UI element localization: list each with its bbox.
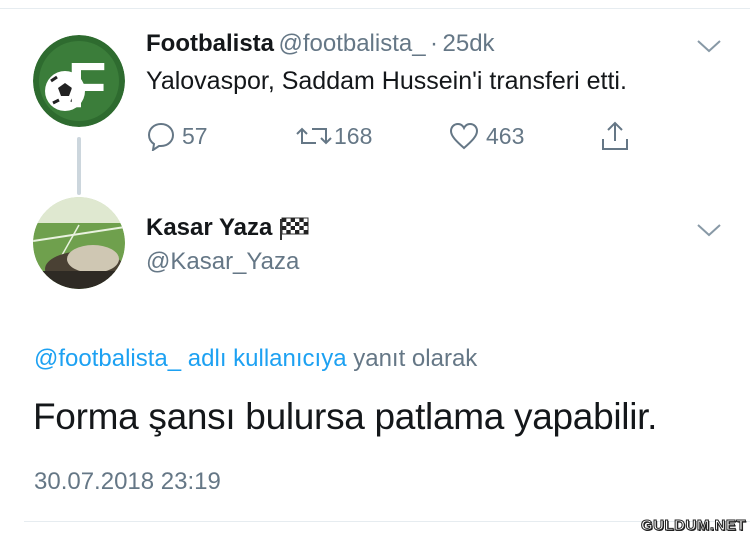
watermark-text: GULDUM.NET [641, 516, 747, 534]
reply-count: 57 [182, 122, 208, 149]
reply-button[interactable]: 57 [146, 121, 208, 151]
reply-icon [147, 122, 175, 151]
tweet-header: Footbalista @footbalista_ · 25dk [146, 30, 495, 58]
kasar-yaza-avatar[interactable] [33, 197, 125, 289]
stadium-photo-icon [33, 197, 125, 289]
author-name[interactable]: Footbalista [146, 30, 274, 57]
reply-author[interactable]: Kasar Yaza [146, 214, 310, 242]
author-handle[interactable]: @footbalista_ [278, 30, 425, 57]
thread-line [77, 137, 81, 195]
reply-context-link[interactable]: @footbalista_ adlı kullanıcıya [34, 345, 347, 372]
heart-icon [449, 122, 479, 150]
retweet-count: 168 [334, 122, 373, 149]
reply-context: @footbalista_ adlı kullanıcıya yanıt ola… [34, 345, 477, 373]
reply-author-name: Kasar Yaza [146, 214, 273, 241]
reply-author-handle[interactable]: @Kasar_Yaza [146, 248, 299, 276]
svg-text:F: F [67, 49, 106, 121]
chevron-down-icon [697, 40, 721, 53]
reply-text: Forma şansı bulursa patlama yapabilir. [33, 396, 658, 437]
top-divider [0, 8, 750, 9]
share-button[interactable] [598, 119, 632, 158]
checkered-flag-icon [280, 217, 309, 240]
tweet-text: Yalovaspor, Saddam Hussein'i transferi e… [146, 67, 627, 95]
dot-separator: · [430, 30, 439, 57]
retweet-button[interactable]: 168 [294, 121, 372, 151]
watermark-logo: GULDUM.NET [641, 515, 747, 535]
reply-context-suffix: yanıt olarak [353, 345, 478, 372]
tweet-time[interactable]: 25dk [443, 30, 495, 57]
reply-timestamp[interactable]: 30.07.2018 23:19 [34, 468, 221, 496]
like-button[interactable]: 463 [448, 121, 524, 151]
tweet-menu-button[interactable] [696, 38, 722, 59]
chevron-down-icon [697, 224, 721, 237]
footbalista-logo-icon: F [33, 35, 125, 127]
share-icon [602, 121, 628, 150]
like-count: 463 [486, 122, 525, 149]
footbalista-avatar[interactable]: F [33, 35, 125, 127]
retweet-icon [296, 127, 332, 145]
reply-menu-button[interactable] [696, 222, 722, 243]
